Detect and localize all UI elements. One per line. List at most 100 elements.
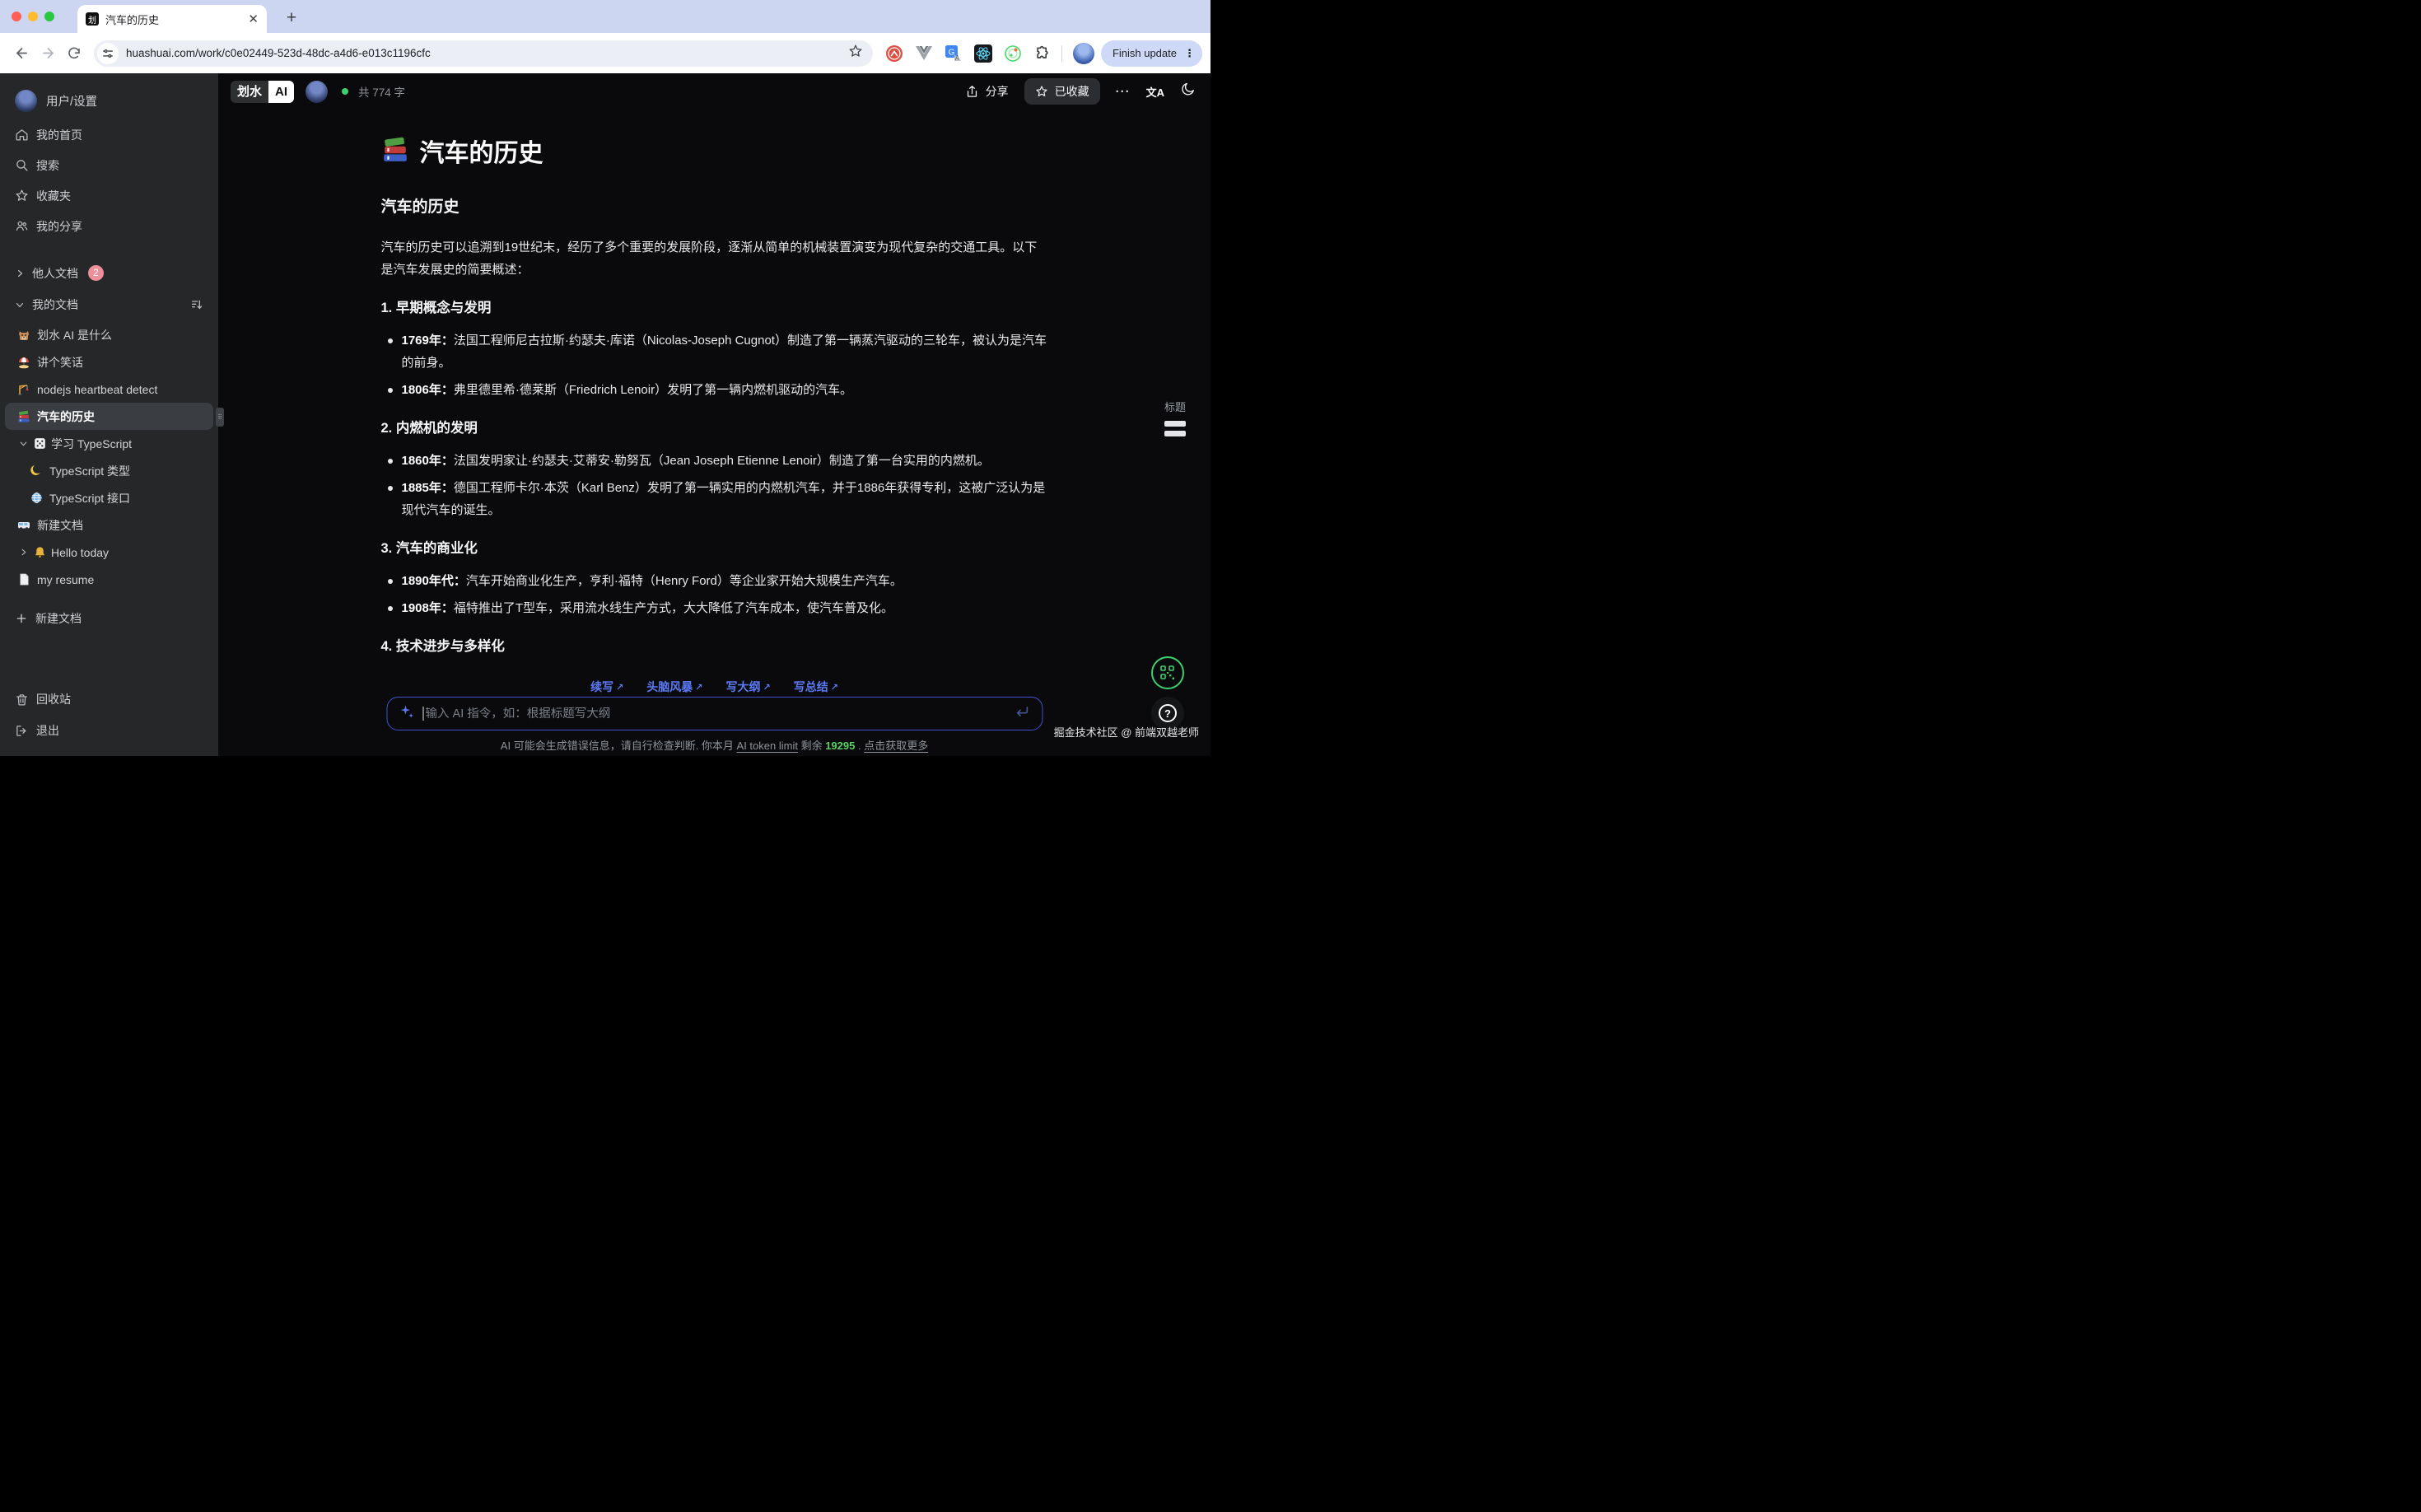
outline-heading-bar (1164, 431, 1186, 436)
doc-item-my-resume[interactable]: my resume (0, 566, 218, 593)
qr-code-icon (1160, 665, 1175, 680)
question-mark-icon: ? (1159, 704, 1177, 722)
extension-orbit-icon[interactable] (1003, 44, 1023, 63)
ai-quick-actions: 续写↗ 头脑风暴↗ 写大纲↗ 写总结↗ (218, 679, 1210, 695)
brainstorm-link[interactable]: 头脑风暴↗ (646, 679, 702, 695)
sidebar-item-logout[interactable]: 退出 (0, 715, 218, 746)
section-title: 汽车的历史 (381, 196, 1048, 218)
sidebar: 用户/设置 我的首页 搜索 收藏夹 我的分享 他人文档 2 (0, 73, 218, 756)
site-settings-icon[interactable] (97, 43, 119, 64)
extension-translate-icon[interactable]: GA (944, 44, 963, 63)
get-more-tokens-link[interactable]: 点击获取更多 (864, 740, 928, 752)
doc-item-new-doc-van[interactable]: 新建文档 (0, 511, 218, 539)
maximize-window-button[interactable] (44, 12, 54, 21)
forward-icon[interactable] (35, 40, 61, 67)
sidebar-item-my-shares[interactable]: 我的分享 (0, 211, 218, 241)
sidebar-item-label: 回收站 (36, 691, 71, 707)
extension-juejin-icon[interactable] (884, 44, 904, 63)
sidebar-item-trash[interactable]: 回收站 (0, 684, 218, 715)
translate-icon[interactable]: 文A (1146, 84, 1164, 100)
doc-item-label: my resume (37, 573, 94, 586)
dark-mode-toggle[interactable] (1180, 82, 1196, 101)
url-bar[interactable]: huashuai.com/work/c0e02449-523d-48dc-a4d… (94, 40, 873, 67)
bookmark-star-icon[interactable] (848, 44, 863, 63)
bell-icon (33, 546, 46, 559)
minimize-window-button[interactable] (28, 12, 38, 21)
doc-item-hello-today[interactable]: Hello today (0, 539, 218, 566)
word-count: 共 774 字 (358, 83, 405, 100)
favorited-label: 已收藏 (1055, 83, 1089, 100)
sidebar-item-others-docs[interactable]: 他人文档 2 (0, 258, 218, 288)
browser-menu-icon[interactable]: ⋮ (1184, 48, 1195, 58)
sidebar-item-search[interactable]: 搜索 (0, 150, 218, 180)
home-icon (15, 128, 29, 142)
chevron-down-icon (15, 300, 25, 310)
outline-minimap[interactable]: 标题 (1164, 399, 1186, 436)
sidebar-item-label: 收藏夹 (36, 188, 71, 204)
doc-item-typescript-interface[interactable]: TypeScript 接口 (0, 484, 218, 511)
sidebar-item-my-docs[interactable]: 我的文档 (0, 288, 218, 321)
logout-icon (15, 724, 29, 738)
dog-icon (17, 329, 30, 342)
bullet-list: 1860年：法国发明家让·约瑟夫·艾蒂安·勒努瓦（Jean Joseph Eti… (381, 450, 1048, 521)
browser-tab[interactable]: 划 汽车的历史 ✕ (77, 5, 267, 33)
enter-icon[interactable] (1014, 703, 1030, 724)
umbrella-icon (17, 356, 30, 369)
sidebar-item-label: 我的文档 (32, 296, 78, 313)
text-caret (422, 707, 424, 721)
ai-command-bar[interactable] (386, 697, 1043, 730)
new-tab-button[interactable]: + (280, 7, 303, 30)
app-root: 用户/设置 我的首页 搜索 收藏夹 我的分享 他人文档 2 (0, 73, 1210, 756)
extension-react-devtools-icon[interactable] (973, 44, 993, 63)
doc-item-label: nodejs heartbeat detect (37, 383, 157, 396)
chevron-right-icon (15, 268, 25, 278)
section-heading: 1. 早期概念与发明 (381, 297, 1048, 320)
write-outline-link[interactable]: 写大纲↗ (726, 679, 771, 695)
doc-item-learn-typescript[interactable]: 学习 TypeScript (0, 430, 218, 457)
sidebar-item-label: 我的分享 (36, 218, 82, 235)
extensions-puzzle-icon[interactable] (1033, 44, 1052, 63)
user-avatar (15, 90, 37, 112)
sidebar-item-favorites[interactable]: 收藏夹 (0, 180, 218, 211)
document-title: 汽车的历史 (381, 136, 1048, 171)
continue-writing-link[interactable]: 续写↗ (590, 679, 623, 695)
toolbar-divider (1061, 45, 1062, 62)
sidebar-item-user-settings[interactable]: 用户/设置 (0, 82, 218, 119)
doc-item-car-history[interactable]: 汽车的历史 (5, 403, 213, 430)
tab-close-icon[interactable]: ✕ (248, 13, 259, 26)
doc-item-nodejs-heartbeat[interactable]: nodejs heartbeat detect (0, 376, 218, 403)
document-editor[interactable]: 汽车的历史 汽车的历史 汽车的历史可以追溯到19世纪末，经历了多个重要的发展阶段… (381, 110, 1048, 658)
sidebar-resize-handle[interactable]: ⠿ (216, 408, 224, 427)
qr-code-button[interactable] (1151, 656, 1184, 689)
close-window-button[interactable] (12, 12, 21, 21)
url-text[interactable]: huashuai.com/work/c0e02449-523d-48dc-a4d… (126, 47, 848, 59)
chevron-down-icon (19, 439, 28, 448)
logo-right: AI (268, 81, 294, 103)
collaborator-avatar[interactable] (306, 81, 328, 103)
doc-item-tell-a-joke[interactable]: 讲个笑话 (0, 348, 218, 376)
arrow-up-right-icon: ↗ (695, 682, 702, 693)
doc-item-label: 新建文档 (37, 517, 83, 534)
ai-command-input[interactable] (426, 707, 1015, 721)
sidebar-item-home[interactable]: 我的首页 (0, 119, 218, 150)
browser-toolbar: huashuai.com/work/c0e02449-523d-48dc-a4d… (0, 33, 1210, 73)
extension-vue-icon[interactable] (914, 44, 934, 63)
logo-left: 划水 (231, 81, 268, 103)
share-button[interactable]: 分享 (965, 83, 1009, 100)
browser-profile-avatar[interactable] (1073, 43, 1094, 64)
back-icon[interactable] (8, 40, 35, 67)
svg-text:G: G (949, 48, 955, 57)
favorited-button[interactable]: 已收藏 (1024, 78, 1100, 105)
doc-item-typescript-types[interactable]: TypeScript 类型 (0, 457, 218, 484)
list-item: 1769年：法国工程师尼古拉斯·约瑟夫·库诺（Nicolas-Joseph Cu… (381, 329, 1048, 374)
doc-item-what-is-huashui[interactable]: 划水 AI 是什么 (0, 321, 218, 348)
new-document-button[interactable]: 新建文档 (0, 604, 218, 633)
list-item: 1890年代：汽车开始商业化生产，亨利·福特（Henry Ford）等企业家开始… (381, 570, 1048, 592)
more-menu-icon[interactable]: ··· (1116, 85, 1131, 99)
reload-icon[interactable] (61, 40, 87, 67)
finish-update-button[interactable]: Finish update ⋮ (1101, 40, 1202, 67)
write-summary-link[interactable]: 写总结↗ (794, 679, 838, 695)
trash-icon (15, 693, 29, 707)
doc-item-label: 学习 TypeScript (51, 436, 132, 452)
token-limit-link[interactable]: AI token limit (737, 740, 798, 752)
